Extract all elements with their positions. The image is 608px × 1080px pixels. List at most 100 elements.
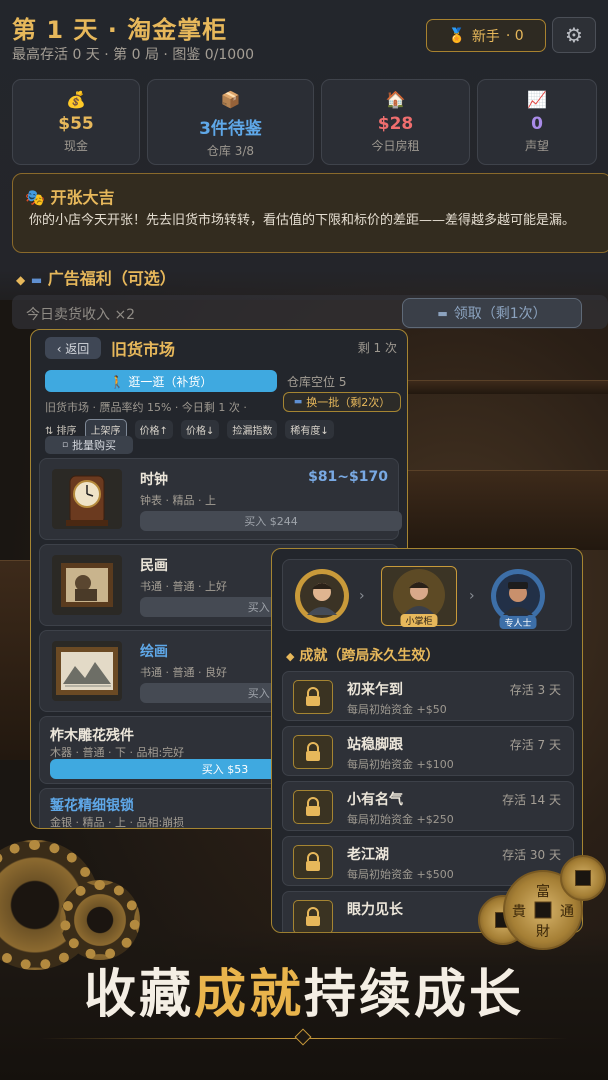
chart-icon: 📈 xyxy=(527,90,547,109)
market-meta: 旧货市场 · 赝品率约 15% · 今日剩 1 次 · xyxy=(45,401,247,414)
item-name: 民画 xyxy=(140,558,168,574)
item-name: 绘画 xyxy=(140,644,168,660)
batch-buy-button[interactable]: ▫ 批量购买 xyxy=(45,436,133,454)
item-meta: 书通 · 普通 · 上好 xyxy=(140,580,227,593)
sort-option-rarity[interactable]: 稀有度↓ xyxy=(285,420,334,439)
achievement-name: 初来乍到 xyxy=(347,682,403,698)
avatar-rank-expert: 专人士 xyxy=(491,569,545,629)
item-name: 錾花精细银锁 xyxy=(50,798,134,814)
market-remaining: 剩 1 次 xyxy=(357,341,397,355)
page-title: 第 1 天 · 淘金掌柜 xyxy=(12,16,228,44)
ad-heading: ◆ ▬ 广告福利（可选） xyxy=(16,265,176,289)
promo-slogan: 收藏成就持续成长 xyxy=(0,952,608,1027)
rank-points: · 0 xyxy=(505,27,524,44)
achievement-name: 小有名气 xyxy=(347,792,403,808)
stroll-button[interactable]: 🚶 逛一逛（补货） xyxy=(45,370,277,392)
sort-option-price-desc[interactable]: 价格↓ xyxy=(180,420,220,439)
tv-icon: ▬ xyxy=(30,273,43,287)
stat-label: 声望 xyxy=(524,139,549,153)
warehouse-space: 仓库空位 5 xyxy=(287,375,347,389)
diamond-icon: ◆ xyxy=(286,650,295,663)
background-shelf xyxy=(0,560,30,760)
claim-button[interactable]: ▬ 领取（剩1次） xyxy=(402,298,582,328)
rank-label: 新手 xyxy=(471,28,500,45)
page-subtitle: 最高存活 0 天 · 第 0 局 · 图鉴 0/1000 xyxy=(12,47,255,63)
gear-icon: ⚙ xyxy=(565,23,583,47)
achievement-name: 站稳脚跟 xyxy=(347,737,403,753)
tv-icon: ▬ xyxy=(437,306,448,320)
tv-icon: ▬ xyxy=(293,397,303,407)
achievement-desc: 每局初始资金 +$100 xyxy=(347,758,454,771)
diamond-icon: ◆ xyxy=(16,273,26,287)
stat-value: $28 xyxy=(377,114,414,134)
achievement-desc: 每局初始资金 +$500 xyxy=(347,868,454,881)
stat-reputation: 📈 0 声望 xyxy=(477,79,597,165)
lock-icon xyxy=(293,735,333,769)
sort-option-bargain[interactable]: 捡漏指数 xyxy=(227,420,278,439)
stat-warehouse[interactable]: 📦 3件待鉴 仓库 3/8 xyxy=(147,79,314,165)
house-icon: 🏠 xyxy=(385,90,406,109)
stat-label: 今日房租 xyxy=(371,139,420,153)
ad-row-text: 今日卖货收入 ×2 xyxy=(26,307,136,323)
achievement-item[interactable]: 小有名气 每局初始资金 +$250 存活 14 天 xyxy=(282,781,574,831)
avatar-rank-novice xyxy=(295,569,349,623)
lock-icon xyxy=(293,845,333,879)
settings-button[interactable]: ⚙ xyxy=(552,17,596,53)
item-name: 时钟 xyxy=(140,472,168,488)
mask-icon: 🎭 xyxy=(25,188,45,207)
item-meta: 书通 · 普通 · 良好 xyxy=(140,666,227,679)
achievement-item[interactable]: 站稳脚跟 每局初始资金 +$100 存活 7 天 xyxy=(282,726,574,776)
box-icon: 📦 xyxy=(220,90,241,109)
achievement-days: 存活 30 天 xyxy=(502,848,561,862)
achievement-desc: 每局初始资金 +$50 xyxy=(347,703,447,716)
folk-painting-image xyxy=(52,555,122,615)
batch-label: 批量购买 xyxy=(72,439,117,452)
notice-body: 你的小店今天开张！先去旧货市场转转，看估值的下限和标价的差距——差得越多越可能是… xyxy=(29,213,576,228)
chevron-right-icon: › xyxy=(469,588,475,604)
ad-heading-text: 广告福利（可选） xyxy=(47,269,176,288)
rank-progress: › 小掌柜 › 专人士 xyxy=(282,559,572,631)
money-bag-icon: 💰 xyxy=(66,90,86,109)
rank-button[interactable]: 🏅 新手 · 0 xyxy=(426,19,546,52)
market-title: 旧货市场 xyxy=(111,340,176,359)
notice-title: 开张大吉 xyxy=(50,188,115,207)
lock-icon xyxy=(293,790,333,824)
sort-option-price-asc[interactable]: 价格↑ xyxy=(134,420,173,439)
achievement-days: 存活 7 天 xyxy=(509,738,561,752)
achievement-desc: 每局初始资金 +$250 xyxy=(347,813,454,826)
stat-value: 3件待鉴 xyxy=(199,119,262,139)
swap-batch-button[interactable]: ▬ 换一批（剩2次） xyxy=(283,392,401,412)
stat-rent: 🏠 $28 今日房租 xyxy=(321,79,470,165)
achievement-item[interactable]: 初来乍到 每局初始资金 +$50 存活 3 天 xyxy=(282,671,574,721)
rank-tag: 专人士 xyxy=(499,616,537,629)
slogan-part: 成长 xyxy=(414,965,525,1025)
slogan-part: 成就 xyxy=(193,965,304,1025)
back-button[interactable]: ‹ 返回 xyxy=(45,337,101,359)
buy-button[interactable]: 买入 $244 xyxy=(140,511,402,531)
item-name: 柞木雕花残件 xyxy=(50,728,134,744)
achievement-days: 存活 3 天 xyxy=(509,683,561,697)
stat-cash: 💰 $55 现金 xyxy=(12,79,140,165)
clock-image xyxy=(52,469,122,529)
gear-decoration-icon xyxy=(60,880,140,960)
background-shelf xyxy=(408,470,608,550)
chevron-right-icon: › xyxy=(359,588,365,604)
claim-label: 领取（剩1次） xyxy=(453,306,547,322)
item-price: $81~$170 xyxy=(308,469,388,485)
item-meta: 木器 · 普通 · 下 · 品相:完好 xyxy=(50,746,185,759)
checkbox-icon: ▫ xyxy=(61,440,69,450)
item-meta: 钟表 · 精品 · 上 xyxy=(140,494,216,507)
opening-notice: 🎭 开张大吉 你的小店今天开张！先去旧货市场转转，看估值的下限和标价的差距——差… xyxy=(12,173,608,253)
coin-char: 貴 xyxy=(512,904,526,920)
avatar-rank-current: 小掌柜 xyxy=(381,566,457,627)
coin-decoration-icon xyxy=(560,855,606,901)
list-item[interactable]: 时钟 $81~$170 钟表 · 精品 · 上 买入 $244 xyxy=(39,458,402,540)
swap-label: 换一批（剩2次） xyxy=(306,396,391,409)
slogan-part: 持续 xyxy=(304,965,415,1025)
medal-icon: 🏅 xyxy=(448,27,466,44)
stat-label: 现金 xyxy=(63,139,88,153)
stat-value: 0 xyxy=(531,114,543,134)
coin-char: 通 xyxy=(560,904,574,920)
sort-label: ⇅ 排序 xyxy=(45,426,77,437)
rank-tag: 小掌柜 xyxy=(400,614,438,627)
